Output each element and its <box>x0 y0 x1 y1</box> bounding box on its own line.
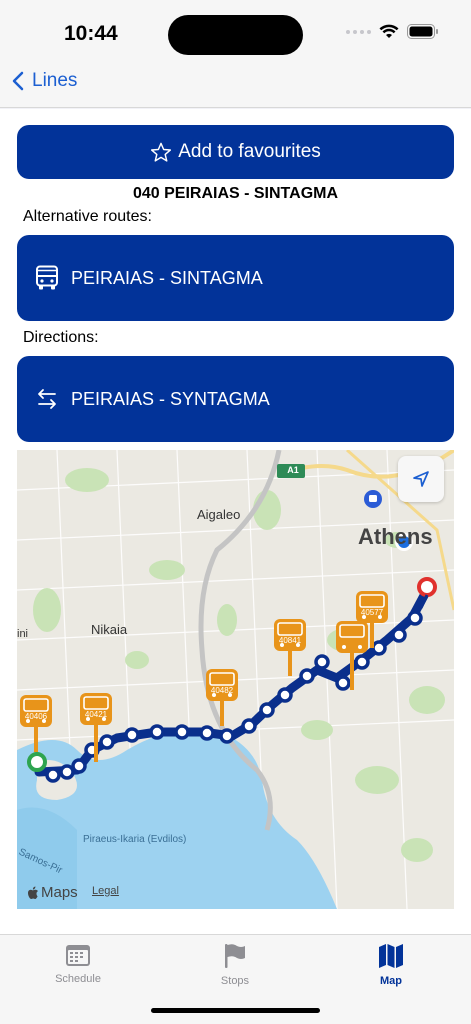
flag-icon <box>225 944 245 968</box>
place-label: Nikaia <box>91 622 128 637</box>
alternative-routes-label: Alternative routes: <box>23 208 152 225</box>
tab-label: Stops <box>220 975 250 987</box>
legal-link[interactable]: Legal <box>92 885 119 897</box>
calendar-icon <box>66 945 90 966</box>
battery-icon <box>407 24 438 39</box>
directions-label: Directions: <box>23 329 99 346</box>
bus-marker[interactable]: 40841 <box>273 618 307 678</box>
direction-button[interactable]: PEIRAIAS - SYNTAGMA <box>17 356 454 442</box>
maps-attribution: Maps <box>27 884 78 901</box>
bus-id: 40841 <box>278 636 302 645</box>
bus-id: 40406 <box>24 712 48 721</box>
bus-marker[interactable]: 40421 <box>79 692 113 764</box>
back-label: Lines <box>32 70 78 91</box>
maps-label: Maps <box>41 884 78 901</box>
favourites-label: Add to favourites <box>178 141 321 162</box>
swap-arrows-icon <box>35 387 59 411</box>
bus-marker[interactable]: 40406 <box>19 694 53 754</box>
bus-icon <box>35 265 59 291</box>
home-indicator <box>151 1008 320 1013</box>
bus-marker[interactable]: 40482 <box>205 668 239 728</box>
bus-marker[interactable] <box>335 620 369 692</box>
line-detail-content: Add to favourites 040 PEIRAIAS - SINTAGM… <box>0 109 471 934</box>
star-icon <box>151 142 172 162</box>
navigation-bar: Lines <box>0 60 471 108</box>
route-map[interactable]: 40577 40841 40482 40421 40406 A1 Aigaleo… <box>17 450 454 909</box>
location-arrow-icon <box>413 471 429 487</box>
dynamic-island <box>168 15 303 55</box>
tab-label: Map <box>380 975 402 987</box>
bus-id: 40577 <box>360 608 384 617</box>
place-label: Aigaleo <box>197 507 241 522</box>
alternative-route-label: PEIRAIAS - SINTAGMA <box>71 267 263 288</box>
place-label: Athens <box>358 524 433 549</box>
locate-me-button[interactable] <box>398 456 444 502</box>
chevron-left-icon <box>12 71 24 91</box>
place-label: ini <box>17 628 29 640</box>
status-time: 10:44 <box>64 22 118 45</box>
tab-label: Schedule <box>55 973 101 985</box>
road-badge: A1 <box>287 465 299 475</box>
map-icon <box>379 944 403 968</box>
wifi-icon <box>379 24 399 38</box>
tab-stops[interactable]: Stops <box>185 943 285 987</box>
alternative-route-button[interactable]: PEIRAIAS - SINTAGMA <box>17 235 454 321</box>
back-button[interactable]: Lines <box>12 70 77 92</box>
status-bar: 10:44 <box>0 0 471 60</box>
tab-map[interactable]: Map <box>341 943 441 987</box>
place-label: Piraeus-Ikaria (Evdilos) <box>83 834 187 845</box>
bus-id: 40482 <box>210 686 234 695</box>
bus-id: 40421 <box>84 710 108 719</box>
line-title: 040 PEIRAIAS - SINTAGMA <box>132 185 339 202</box>
apple-logo-icon <box>28 886 38 899</box>
add-to-favourites-button[interactable]: Add to favourites <box>17 125 454 179</box>
direction-label: PEIRAIAS - SYNTAGMA <box>71 388 270 409</box>
tab-schedule[interactable]: Schedule <box>28 943 128 985</box>
cellular-signal-icon <box>346 29 371 34</box>
status-icons <box>346 24 439 39</box>
